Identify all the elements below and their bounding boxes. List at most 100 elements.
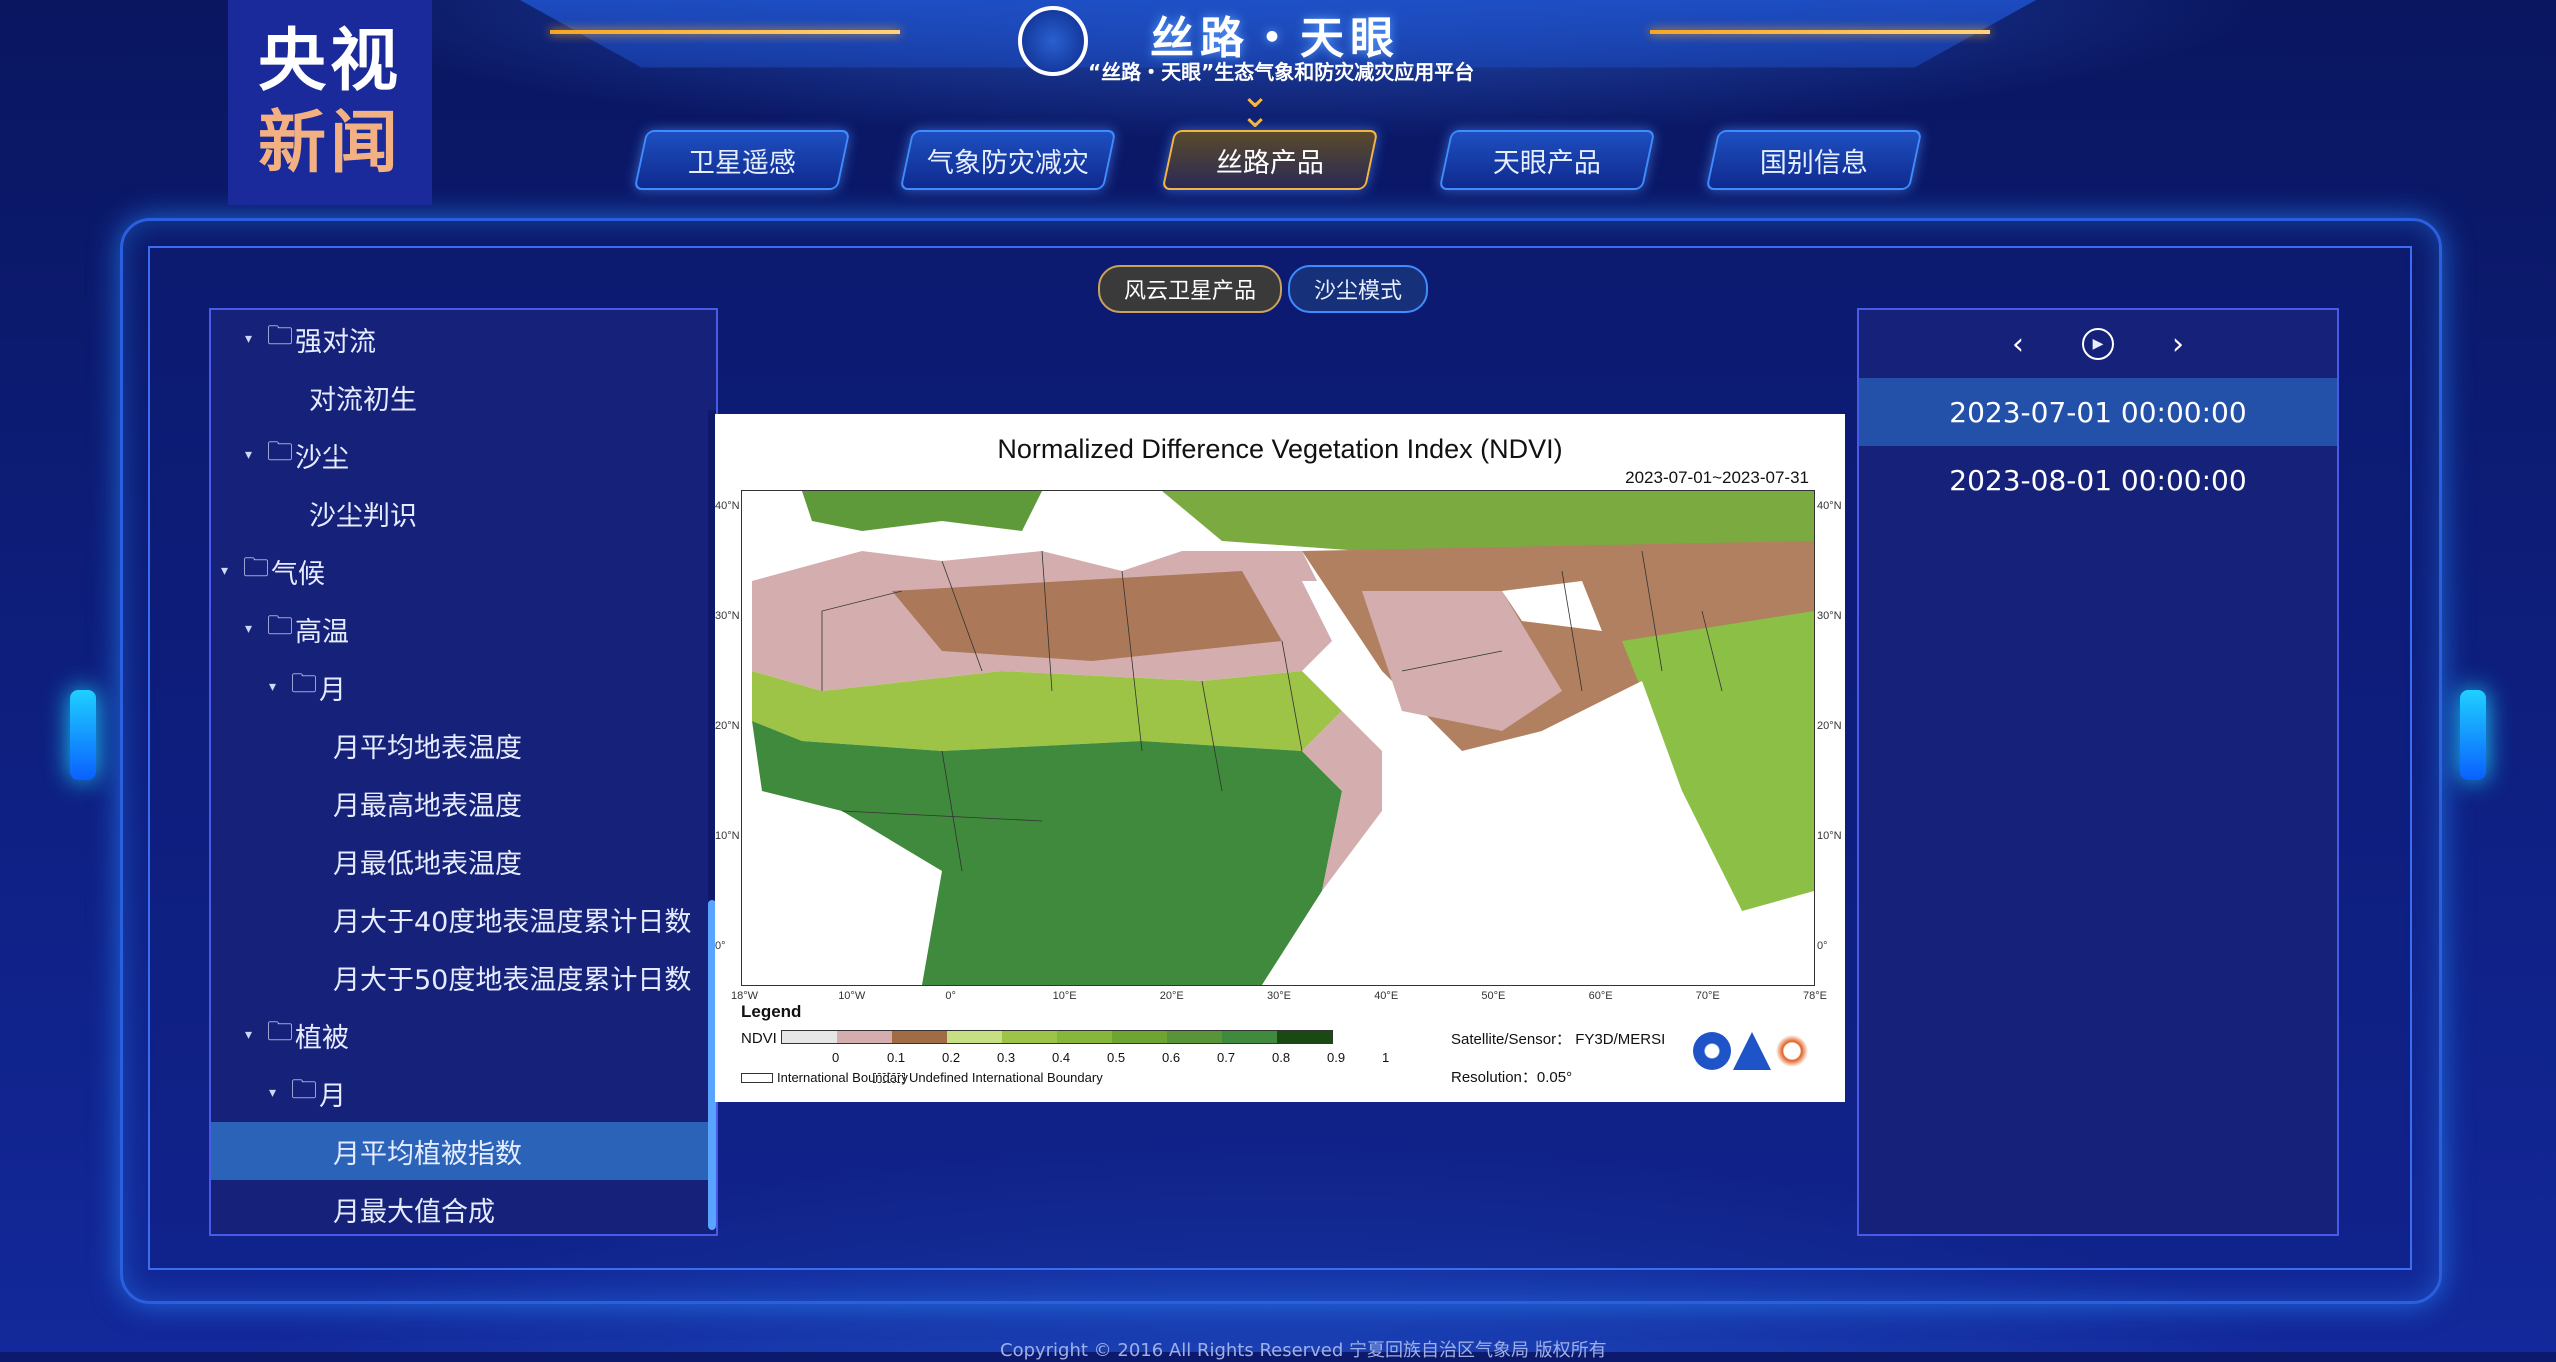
ndvi-map — [741, 490, 1815, 986]
tree-node-label: 高温 — [295, 616, 350, 648]
lon-tick-label: 20°E — [1159, 990, 1184, 1002]
folder-icon: 🗀 — [267, 1017, 294, 1047]
nav-item-label: 气象防灾减灾 — [927, 147, 1089, 179]
tree-node-label: 对流初生 — [309, 384, 417, 416]
solid-line-icon — [741, 1072, 773, 1083]
tree-node-label: 月最大值合成 — [333, 1196, 495, 1228]
colorbar-swatch — [947, 1031, 1002, 1043]
lon-tick-label: 18°W — [731, 990, 759, 1002]
tree-node-label: 月大于50度地表温度累计日数 — [333, 964, 692, 996]
map-date-range: 2023-07-01~2023-07-31 — [1625, 468, 1809, 487]
legend-ndvi-label: NDVI — [741, 1030, 777, 1047]
lat-tick-label-right: 0° — [1817, 940, 1828, 952]
tree-leaf-node[interactable]: 月最低地表温度 — [211, 832, 716, 890]
nav-item-4[interactable]: 国别信息 — [1705, 130, 1923, 190]
subtab-fengyun[interactable]: 风云卫星产品 — [1098, 265, 1283, 313]
colorbar-tick-label: 0.7 — [1217, 1050, 1236, 1065]
time-item-label: 2023-08-01 00:00:00 — [1949, 463, 2247, 497]
chevron-left-icon[interactable]: ‹ — [1998, 327, 2038, 362]
time-item[interactable]: 2023-07-01 00:00:00 — [1859, 378, 2337, 446]
folder-icon: 🗀 — [243, 553, 270, 583]
tree-leaf-node[interactable]: 月平均植被指数 — [211, 1122, 716, 1180]
caret-down-icon[interactable]: ▾ — [245, 1027, 267, 1043]
play-circle-icon[interactable]: ▶ — [2082, 328, 2114, 360]
tree-folder-node[interactable]: ▾ 🗀 气候 — [211, 542, 716, 600]
colorbar-swatch — [1277, 1031, 1332, 1043]
tree-folder-node[interactable]: ▾ 🗀 沙尘 — [211, 426, 716, 484]
ndvi-map-panel: Normalized Difference Vegetation Index (… — [715, 414, 1845, 1102]
folder-icon: 🗀 — [291, 1075, 318, 1105]
lon-tick-label: 78°E — [1803, 990, 1827, 1002]
colorbar-swatch — [1222, 1031, 1277, 1043]
tree-node-label: 沙尘 — [295, 442, 350, 474]
colorbar-tick-label: 0.5 — [1107, 1050, 1126, 1065]
nav-item-label: 卫星遥感 — [688, 147, 796, 179]
playback-controls: ‹ ▶ › — [1859, 310, 2337, 378]
lon-tick-label: 0° — [945, 990, 956, 1002]
subtab-dust-model[interactable]: 沙尘模式 — [1288, 265, 1429, 313]
colorbar-swatch — [892, 1031, 947, 1043]
tree-leaf-node[interactable]: 月最高地表温度 — [211, 774, 716, 832]
header-line-right — [1650, 30, 1990, 34]
tree-folder-node[interactable]: ▾ 🗀 高温 — [211, 600, 716, 658]
nav-item-3[interactable]: 天眼产品 — [1438, 130, 1656, 190]
legend-title: Legend — [741, 1002, 802, 1021]
ncsh-logo-icon — [1773, 1032, 1811, 1070]
tree-leaf-node[interactable]: 月平均地表温度 — [211, 716, 716, 774]
folder-icon: 🗀 — [267, 437, 294, 467]
colorbar-tick-label: 0 — [832, 1050, 840, 1065]
lat-tick-label: 0° — [715, 940, 726, 952]
tree-leaf-node[interactable]: 沙尘判识 — [211, 484, 716, 542]
tree-folder-node[interactable]: ▾ 🗀 强对流 — [211, 310, 716, 368]
folder-icon: 🗀 — [291, 669, 318, 699]
tree-folder-node[interactable]: ▾ 🗀 植被 — [211, 1006, 716, 1064]
tree-leaf-node[interactable]: 月大于50度地表温度累计日数 — [211, 948, 716, 1006]
watermark-line1: 央视 — [257, 21, 402, 101]
colorbar-swatch — [837, 1031, 892, 1043]
tree-leaf-node[interactable]: 月大于40度地表温度累计日数 — [211, 890, 716, 948]
lon-tick-label: 30°E — [1267, 990, 1291, 1002]
tree-node-label: 植被 — [295, 1022, 350, 1054]
colorbar-tick-label: 0.3 — [997, 1050, 1016, 1065]
tree-node-label: 月最低地表温度 — [333, 848, 522, 880]
tree-node-label: 月最高地表温度 — [333, 790, 522, 822]
lat-tick-label: 30°N — [715, 610, 740, 622]
lon-tick-label: 50°E — [1481, 990, 1506, 1002]
tree-node-label: 沙尘判识 — [309, 500, 417, 532]
lat-tick-label: 40°N — [715, 500, 740, 512]
page-subtitle: “丝路・天眼”生态气象和防灾减灾应用平台 — [1088, 60, 1475, 84]
lon-tick-label: 10°E — [1052, 990, 1077, 1002]
lat-tick-label: 10°N — [715, 830, 740, 842]
caret-down-icon[interactable]: ▾ — [245, 447, 267, 463]
colorbar-tick-label: 1 — [1382, 1050, 1390, 1065]
tree-leaf-node[interactable]: 月最大值合成 — [211, 1180, 716, 1234]
nav-item-2[interactable]: 丝路产品 — [1161, 130, 1379, 190]
caret-down-icon[interactable]: ▾ — [221, 563, 243, 579]
tree-leaf-node[interactable]: 对流初生 — [211, 368, 716, 426]
nav-item-1[interactable]: 气象防灾减灾 — [899, 130, 1117, 190]
time-item[interactable]: 2023-08-01 00:00:00 — [1859, 446, 2337, 514]
map-sensor: Satellite/Sensor： FY3D/MERSI — [1451, 1031, 1666, 1048]
time-item-label: 2023-07-01 00:00:00 — [1949, 395, 2247, 429]
tree-folder-node[interactable]: ▾ 🗀 月 — [211, 658, 716, 716]
nav-item-0[interactable]: 卫星遥感 — [633, 130, 851, 190]
chevron-right-icon[interactable]: › — [2158, 327, 2198, 362]
caret-down-icon[interactable]: ▾ — [245, 331, 267, 347]
chevron-down-icon: ⌄ ⌄ — [1240, 75, 1271, 136]
tree-node-label: 气候 — [271, 558, 326, 590]
colorbar-swatch — [782, 1031, 837, 1043]
caret-down-icon[interactable]: ▾ — [269, 1085, 291, 1101]
cctv-news-watermark: 央视 新闻 — [228, 0, 432, 205]
caret-down-icon[interactable]: ▾ — [245, 621, 267, 637]
lat-tick-label-right: 30°N — [1817, 610, 1842, 622]
tree-folder-node[interactable]: ▾ 🗀 月 — [211, 1064, 716, 1122]
subtab-label: 沙尘模式 — [1314, 279, 1403, 304]
caret-down-icon[interactable]: ▾ — [269, 679, 291, 695]
ndvi-colorbar — [781, 1030, 1333, 1044]
tree-node-label: 月 — [319, 674, 347, 706]
map-resolution: Resolution：0.05° — [1451, 1069, 1573, 1086]
time-list-panel: ‹ ▶ › 2023-07-01 00:00:00 2023-08-01 00:0… — [1857, 308, 2339, 1236]
product-tree: ▾ 🗀 强对流 对流初生 ▾ 🗀 沙尘 沙尘判识 ▾ 🗀 气候 ▾ 🗀 高温 ▾ 🗀 月月平均地表温度 月最高地表… — [209, 308, 718, 1236]
left-glow-decoration — [70, 690, 96, 780]
watermark-line2: 新闻 — [257, 103, 402, 183]
